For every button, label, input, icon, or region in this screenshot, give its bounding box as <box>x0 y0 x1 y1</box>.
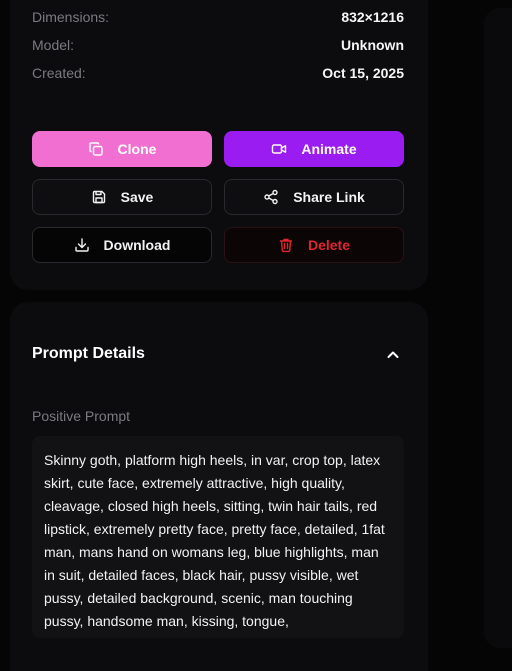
animate-button[interactable]: Animate <box>224 131 404 167</box>
positive-prompt-label: Positive Prompt <box>32 408 131 424</box>
save-button-label: Save <box>120 189 154 205</box>
share-nodes-icon <box>263 189 279 205</box>
copy-icon <box>88 141 104 157</box>
image-details-page: Dimensions: 832×1216 Model: Unknown Crea… <box>0 0 512 671</box>
chevron-up-icon[interactable] <box>385 347 401 363</box>
positive-prompt-text: Skinny goth, platform high heels, in var… <box>32 436 404 638</box>
video-camera-icon <box>271 141 287 157</box>
dimensions-label: Dimensions: <box>32 9 110 25</box>
prompt-details-heading: Prompt Details <box>32 345 145 362</box>
share-link-button[interactable]: Share Link <box>224 179 404 215</box>
right-side-panel <box>484 8 512 648</box>
created-value: Oct 15, 2025 <box>322 65 404 81</box>
download-button-label: Download <box>103 237 171 253</box>
meta-row-created: Created: Oct 15, 2025 <box>32 63 404 83</box>
delete-button-label: Delete <box>307 237 351 253</box>
clone-button[interactable]: Clone <box>32 131 212 167</box>
floppy-disk-icon <box>91 189 107 205</box>
meta-row-model: Model: Unknown <box>32 35 404 55</box>
model-value: Unknown <box>341 37 404 53</box>
save-button[interactable]: Save <box>32 179 212 215</box>
delete-button[interactable]: Delete <box>224 227 404 263</box>
download-button[interactable]: Download <box>32 227 212 263</box>
created-label: Created: <box>32 65 86 81</box>
trash-icon <box>278 237 294 253</box>
model-label: Model: <box>32 37 75 53</box>
share-link-button-label: Share Link <box>293 189 365 205</box>
animate-button-label: Animate <box>301 141 357 157</box>
clone-button-label: Clone <box>117 141 157 157</box>
meta-row-dimensions: Dimensions: 832×1216 <box>32 7 404 27</box>
download-icon <box>74 237 90 253</box>
dimensions-value: 832×1216 <box>341 9 404 25</box>
